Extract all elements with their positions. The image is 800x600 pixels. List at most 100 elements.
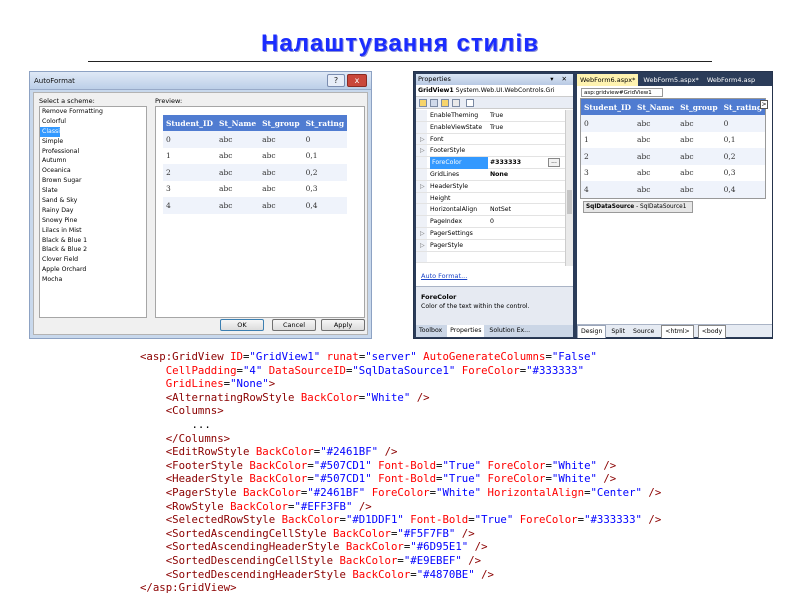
design-grid[interactable]: Student_ID St_Name St_group St_rating 0 abc ab… <box>579 98 767 199</box>
code-token: "#2461BF" <box>307 485 366 499</box>
html-tag-button[interactable]: <html> <box>661 325 694 338</box>
design-row: 2 abc abc 0,2 <box>581 148 766 165</box>
property-row[interactable]: ▷ Font <box>416 133 565 146</box>
scheme-item[interactable]: Black & Blue 2 <box>40 245 146 255</box>
preview-column-header: Student_ID <box>163 115 217 131</box>
design-view-button[interactable]: Design <box>577 325 607 338</box>
code-token: CellPadding <box>165 363 237 377</box>
scheme-item[interactable]: Simple <box>40 137 146 147</box>
scheme-list[interactable]: Remove Formatting Colorful Classic Simple Pr… <box>39 106 147 318</box>
scheme-item[interactable]: Classic <box>40 126 63 137</box>
code-token: "False" <box>551 350 597 363</box>
design-cell: abc <box>634 164 678 181</box>
design-cell: 0 <box>581 115 635 132</box>
property-row[interactable]: ▷ PagerSettings <box>416 227 565 240</box>
gridview-markup-code: <asp:GridView ID="GridView1" runat="serv… <box>140 350 661 595</box>
property-grid-scrollbar[interactable] <box>565 110 573 266</box>
code-line: <FooterStyle BackColor="#507CD1" Font-Bo… <box>140 459 661 473</box>
property-row[interactable]: ▷ HeaderStyle <box>416 180 565 193</box>
properties-titlebar[interactable]: Properties ▾ ✕ <box>416 74 573 85</box>
property-value[interactable]: #333333 <box>490 157 521 169</box>
source-view-button[interactable]: Source <box>630 326 657 338</box>
property-value[interactable]: None <box>490 169 508 181</box>
properties-window-controls[interactable]: ▾ ✕ <box>550 74 570 85</box>
help-button[interactable]: ? <box>327 74 345 87</box>
scheme-item[interactable]: Rainy Day <box>40 206 146 216</box>
visual-studio-window: Properties ▾ ✕ GridView1 System.Web.UI.W… <box>413 71 773 339</box>
scheme-item[interactable]: Apple Orchard <box>40 265 146 275</box>
tab-properties[interactable]: Properties <box>447 325 485 337</box>
preview-cell: abc <box>259 180 303 197</box>
scheme-item[interactable]: Mocha <box>40 275 146 285</box>
code-token: BackColor <box>339 553 398 567</box>
property-value[interactable]: True <box>490 110 503 122</box>
property-row[interactable]: HorizontalAlign NotSet <box>416 204 565 217</box>
expand-arrow-icon[interactable]: ▷ <box>420 145 425 157</box>
property-row[interactable]: GridLines None <box>416 168 565 181</box>
scheme-item[interactable]: Oceanica <box>40 166 146 176</box>
property-row[interactable]: ▷ FooterStyle <box>416 145 565 158</box>
tab-webform4[interactable]: WebForm4.asp <box>704 74 758 86</box>
auto-format-link[interactable]: Auto Format... <box>421 272 467 280</box>
code-line: <asp:GridView ID="GridView1" runat="serv… <box>140 350 661 364</box>
expand-arrow-icon[interactable]: ▷ <box>420 134 425 146</box>
code-token: "#E9EBEF" <box>403 553 462 567</box>
scheme-item[interactable]: Black & Blue 1 <box>40 236 146 246</box>
property-value[interactable]: NotSet <box>490 204 511 216</box>
scheme-item[interactable]: Remove Formatting <box>40 107 146 117</box>
preview-cell: abc <box>259 147 303 164</box>
categorized-icon[interactable] <box>419 99 427 107</box>
design-cell: 0,4 <box>720 181 766 198</box>
property-row[interactable]: EnableTheming True <box>416 110 565 122</box>
property-row[interactable]: ForeColor #333333... <box>416 157 565 169</box>
scheme-item[interactable]: Colorful <box>40 117 146 127</box>
code-line: </asp:GridView> <box>140 581 661 595</box>
object-selector[interactable]: GridView1 System.Web.UI.WebControls.Gri <box>416 85 573 97</box>
cancel-button[interactable]: Cancel <box>272 319 316 331</box>
property-row[interactable]: Height <box>416 192 565 205</box>
expand-arrow-icon[interactable]: ▷ <box>420 240 425 252</box>
property-row[interactable]: EnableViewState True <box>416 121 565 134</box>
scheme-item[interactable]: Professional <box>40 147 146 157</box>
split-view-button[interactable]: Split <box>608 326 628 338</box>
code-token: "GridView1" <box>249 350 321 363</box>
scheme-item[interactable]: Clover Field <box>40 255 146 265</box>
property-value[interactable]: True <box>490 122 503 134</box>
ellipsis-button[interactable]: ... <box>548 158 560 168</box>
scheme-item[interactable]: Lilacs in Mist <box>40 226 146 236</box>
autoformat-dialog: AutoFormat ? x Select a scheme: Preview:… <box>29 71 372 339</box>
expand-arrow-icon[interactable]: ▷ <box>420 228 425 240</box>
tab-toolbox[interactable]: Toolbox <box>416 325 445 337</box>
property-name: Font <box>430 135 444 143</box>
code-token: Font-Bold <box>378 472 437 486</box>
scheme-item[interactable]: Snowy Pine <box>40 216 146 226</box>
apply-button[interactable]: Apply <box>321 319 365 331</box>
property-row[interactable] <box>416 251 565 264</box>
sql-datasource-control[interactable]: SqlDataSource - SqlDataSource1 <box>583 201 693 213</box>
property-row[interactable]: PageIndex 0 <box>416 216 565 228</box>
properties-icon[interactable] <box>441 99 449 107</box>
scheme-item[interactable]: Sand & Sky <box>40 196 146 206</box>
preview-column-header: St_Name <box>216 115 260 131</box>
preview-cell: abc <box>216 147 260 164</box>
ok-button[interactable]: OK <box>220 319 264 331</box>
property-value[interactable]: 0 <box>490 216 494 228</box>
tab-webform5[interactable]: WebForm5.aspx* <box>640 74 701 86</box>
designer-window: WebForm6.aspx* WebForm5.aspx* WebForm4.a… <box>577 74 772 338</box>
body-tag-button[interactable]: <body <box>697 325 727 338</box>
scheme-item[interactable]: Slate <box>40 186 146 196</box>
tab-solution-explorer[interactable]: Solution Ex... <box>486 325 533 337</box>
scrollbar-thumb[interactable] <box>567 190 572 214</box>
expand-arrow-icon[interactable]: ▷ <box>420 181 425 193</box>
tab-webform6[interactable]: WebForm6.aspx* <box>577 74 639 86</box>
property-row[interactable]: ▷ PagerStyle <box>416 239 565 252</box>
autoformat-titlebar[interactable]: AutoFormat ? x <box>30 72 371 90</box>
property-pages-icon[interactable] <box>466 99 474 107</box>
smart-tag-chevron-icon[interactable]: > <box>760 100 768 109</box>
events-icon[interactable] <box>452 99 460 107</box>
scheme-item[interactable]: Autumn <box>40 156 146 166</box>
alphabetical-icon[interactable] <box>430 99 438 107</box>
close-button[interactable]: x <box>347 74 367 87</box>
scheme-item[interactable]: Brown Sugar <box>40 176 146 186</box>
